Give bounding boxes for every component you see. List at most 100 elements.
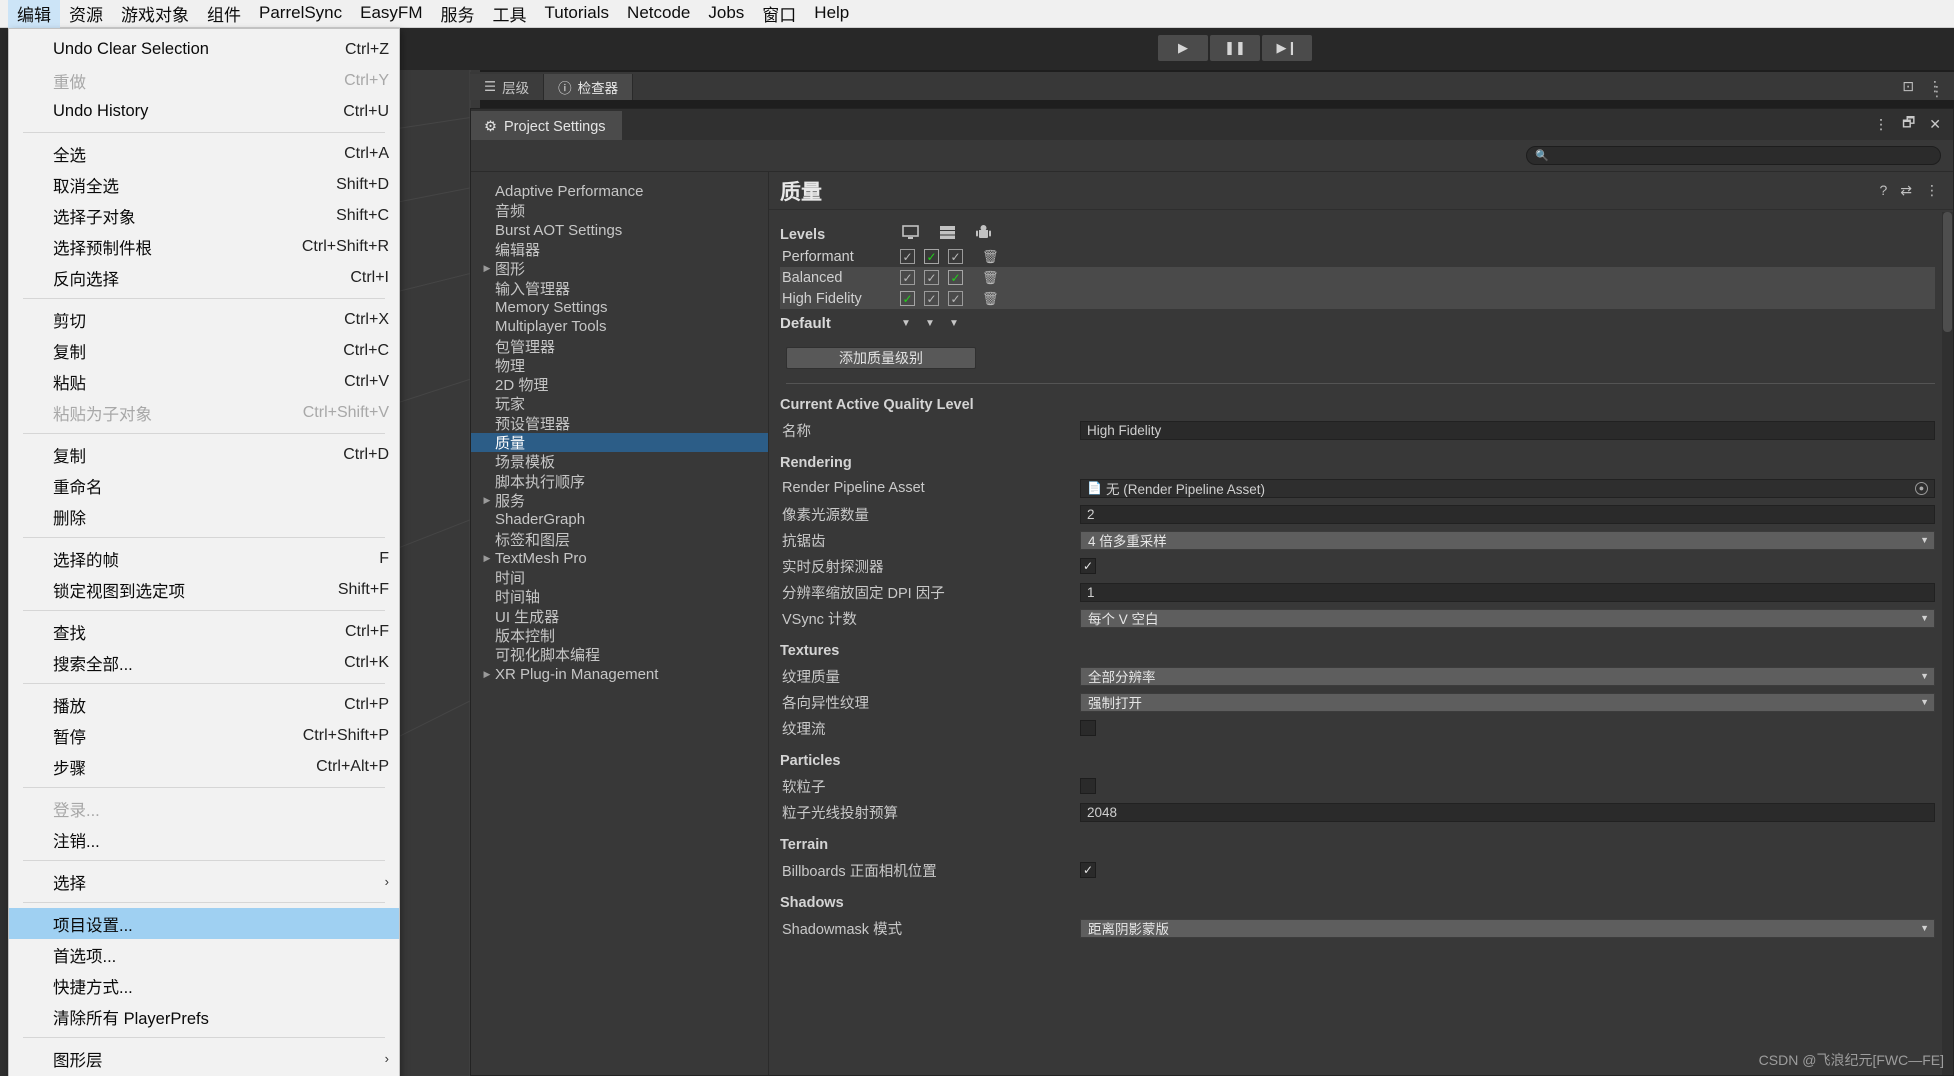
menu-item[interactable]: 查找 Ctrl+F — [9, 616, 399, 647]
menu-item[interactable]: 锁定视图到选定项 Shift+F — [9, 574, 399, 605]
settings-sidebar[interactable]: Adaptive Performance 音频 Burst AOT Settings… — [471, 172, 769, 1075]
object-field[interactable]: 📄 无 (Render Pipeline Asset) ● — [1080, 478, 1935, 498]
default-caret-3-icon[interactable]: ▼ — [942, 318, 966, 329]
platform-checkbox[interactable]: ✓ — [924, 291, 939, 306]
trash-icon[interactable]: 🗑 — [982, 270, 999, 286]
menubar-item-9[interactable]: Netcode — [618, 0, 699, 27]
menu-item[interactable]: 图形层 › — [9, 1043, 399, 1074]
sidebar-item[interactable]: 可视化脚本编程 — [471, 645, 768, 664]
text-field[interactable]: High Fidelity — [1080, 420, 1935, 440]
chevron-right-icon[interactable]: ▶ — [479, 553, 495, 564]
sidebar-item[interactable]: Multiplayer Tools — [471, 317, 768, 336]
menu-item[interactable]: 复制 Ctrl+D — [9, 439, 399, 470]
sidebar-item[interactable]: ▶ TextMesh Pro — [471, 549, 768, 568]
menu-item[interactable]: 登录... — [9, 793, 399, 824]
sidebar-item[interactable]: 场景模板 — [471, 452, 768, 471]
sidebar-item[interactable]: ▶ 图形 — [471, 259, 768, 278]
sidebar-item[interactable]: ▶ 服务 — [471, 491, 768, 510]
platform-checkbox[interactable]: ✓ — [900, 249, 915, 264]
play-controls[interactable]: ▶ ❚❚ ▶❙ — [1158, 35, 1312, 61]
sidebar-item[interactable]: UI 生成器 — [471, 607, 768, 626]
quality-level-row[interactable]: Balanced ✓ ✓ ✓ 🗑 — [780, 267, 1935, 288]
default-caret-1-icon[interactable]: ▼ — [894, 318, 918, 329]
sidebar-item[interactable]: ▶ XR Plug-in Management — [471, 664, 768, 683]
menubar-item-11[interactable]: 窗口 — [753, 0, 805, 30]
menu-item[interactable]: 注销... — [9, 824, 399, 855]
default-caret-2-icon[interactable]: ▼ — [918, 318, 942, 329]
menu-item[interactable]: 清除所有 PlayerPrefs — [9, 1001, 399, 1032]
play-button[interactable]: ▶ — [1158, 35, 1208, 61]
menu-item[interactable]: 首选项... — [9, 939, 399, 970]
tab-inspector[interactable]: ⓘ 检查器 — [544, 74, 634, 100]
help-icon[interactable]: ? — [1879, 182, 1887, 199]
platform-checkbox[interactable]: ✓ — [900, 291, 915, 306]
menu-item[interactable]: 删除 — [9, 501, 399, 532]
sidebar-item[interactable]: 时间 — [471, 568, 768, 587]
menu-item[interactable]: 剪切 Ctrl+X — [9, 304, 399, 335]
sidebar-item[interactable]: 预设管理器 — [471, 414, 768, 433]
menubar-item-6[interactable]: 服务 — [431, 0, 483, 30]
menu-item[interactable]: 播放 Ctrl+P — [9, 689, 399, 720]
menubar-item-2[interactable]: 游戏对象 — [112, 0, 198, 30]
menubar-item-4[interactable]: ParrelSync — [250, 0, 351, 27]
menu-item[interactable]: 反向选择 Ctrl+I — [9, 262, 399, 293]
dropdown-field[interactable]: 距离阴影蒙版 ▼ — [1080, 918, 1935, 938]
sidebar-item[interactable]: Memory Settings — [471, 298, 768, 317]
sidebar-item[interactable]: 标签和图层 — [471, 529, 768, 549]
text-field[interactable]: 2048 — [1080, 802, 1935, 822]
menu-item[interactable]: 粘贴为子对象 Ctrl+Shift+V — [9, 397, 399, 428]
sidebar-item[interactable]: ShaderGraph — [471, 510, 768, 529]
menubar-item-5[interactable]: EasyFM — [351, 0, 431, 27]
scrollbar-thumb[interactable] — [1943, 212, 1952, 332]
menu-item[interactable]: 复制 Ctrl+C — [9, 335, 399, 366]
menu-item[interactable]: 项目设置... — [9, 908, 399, 939]
more-icon[interactable]: ⋮ — [1928, 78, 1942, 95]
add-quality-level-button[interactable]: 添加质量级别 — [786, 347, 976, 369]
window-menu-icon[interactable]: ⋮ — [1874, 116, 1888, 133]
checkbox-field[interactable]: ✓ — [1080, 778, 1096, 794]
quality-level-row[interactable]: Performant ✓ ✓ ✓ 🗑 — [780, 246, 1935, 267]
menu-item[interactable]: Undo Clear Selection Ctrl+Z — [9, 34, 399, 65]
text-field[interactable]: 2 — [1080, 504, 1935, 524]
menu-item[interactable]: 暂停 Ctrl+Shift+P — [9, 720, 399, 751]
trash-icon[interactable]: 🗑 — [982, 291, 999, 307]
chevron-right-icon[interactable]: ▶ — [479, 495, 495, 506]
edit-menu-dropdown[interactable]: Undo Clear Selection Ctrl+Z 重做 Ctrl+Y Undo H… — [8, 28, 400, 1076]
platform-checkbox[interactable]: ✓ — [900, 270, 915, 285]
dropdown-field[interactable]: 每个 V 空白 ▼ — [1080, 608, 1935, 628]
sidebar-item[interactable]: 编辑器 — [471, 240, 768, 259]
sidebar-item[interactable]: Adaptive Performance — [471, 182, 768, 201]
dropdown-field[interactable]: 4 倍多重采样 ▼ — [1080, 530, 1935, 550]
lock-icon[interactable]: ⊡ — [1902, 78, 1914, 95]
close-icon[interactable]: ✕ — [1929, 116, 1941, 133]
menubar-item-10[interactable]: Jobs — [699, 0, 753, 27]
menu-item[interactable]: 搜索全部... Ctrl+K — [9, 647, 399, 678]
tab-project-settings[interactable]: ⚙ Project Settings — [471, 111, 622, 140]
sidebar-item[interactable]: 包管理器 — [471, 336, 768, 356]
menubar-item-8[interactable]: Tutorials — [535, 0, 618, 27]
sidebar-item[interactable]: 玩家 — [471, 394, 768, 413]
text-field[interactable]: 1 — [1080, 582, 1935, 602]
pause-button[interactable]: ❚❚ — [1210, 35, 1260, 61]
chevron-right-icon[interactable]: ▶ — [479, 263, 495, 274]
menu-item[interactable]: 取消全选 Shift+D — [9, 169, 399, 200]
menu-item[interactable]: 粘贴 Ctrl+V — [9, 366, 399, 397]
menubar-item-0[interactable]: 编辑 — [8, 0, 60, 30]
dropdown-field[interactable]: 全部分辨率 ▼ — [1080, 666, 1935, 686]
menu-item[interactable]: 选择 › — [9, 866, 399, 897]
menu-item[interactable]: 选择预制件根 Ctrl+Shift+R — [9, 231, 399, 262]
search-field-wrap[interactable]: 🔍 — [1526, 146, 1941, 165]
menu-item[interactable]: Undo History Ctrl+U — [9, 96, 399, 127]
menubar-item-3[interactable]: 组件 — [198, 0, 250, 30]
sidebar-item[interactable]: 时间轴 — [471, 587, 768, 606]
sidebar-item[interactable]: 2D 物理 — [471, 375, 768, 394]
sidebar-item[interactable]: 版本控制 — [471, 626, 768, 645]
settings-menu-icon[interactable]: ⋮ — [1925, 182, 1939, 199]
checkbox-field[interactable]: ✓ — [1080, 558, 1096, 574]
platform-checkbox[interactable]: ✓ — [948, 249, 963, 264]
sidebar-item[interactable]: 音频 — [471, 201, 768, 220]
sidebar-item[interactable]: 输入管理器 — [471, 278, 768, 298]
checkbox-field[interactable]: ✓ — [1080, 720, 1096, 736]
sidebar-item[interactable]: 质量 — [471, 432, 768, 453]
menu-item[interactable]: 选择子对象 Shift+C — [9, 200, 399, 231]
